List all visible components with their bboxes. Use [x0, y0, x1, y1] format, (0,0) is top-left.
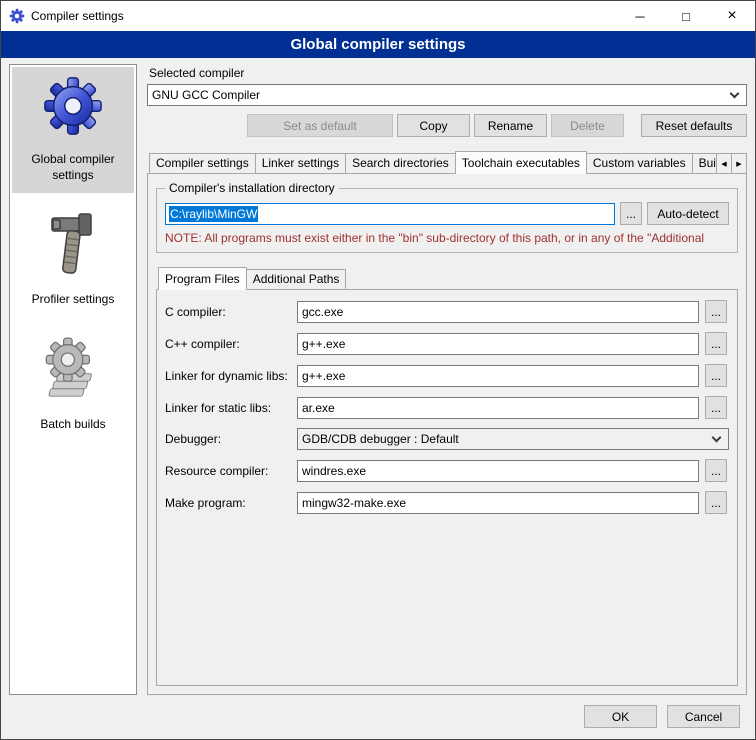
debugger-label: Debugger:	[165, 432, 291, 446]
minimize-button[interactable]: ─	[617, 1, 663, 31]
c-compiler-browse-button[interactable]: ...	[705, 300, 727, 323]
sidebar-item-profiler-settings[interactable]: Profiler settings	[12, 203, 134, 318]
toolchain-fields: C compiler: ... C++ compiler: ... Linker…	[165, 300, 729, 514]
resource-compiler-label: Resource compiler:	[165, 464, 291, 478]
dialog-header-title: Global compiler settings	[1, 31, 755, 58]
set-as-default-button[interactable]: Set as default	[247, 114, 393, 137]
make-program-label: Make program:	[165, 496, 291, 510]
compiler-settings-window: Compiler settings ─ □ × Global compiler …	[0, 0, 756, 740]
install-dir-input[interactable]: C:\raylib\MinGW	[165, 203, 615, 225]
install-dir-browse-button[interactable]: ...	[620, 202, 642, 225]
install-dir-row: C:\raylib\MinGW ... Auto-detect	[165, 202, 729, 225]
cancel-button[interactable]: Cancel	[667, 705, 740, 728]
sidebar-item-label: Profiler settings	[32, 292, 115, 308]
c-compiler-label: C compiler:	[165, 305, 291, 319]
auto-detect-button[interactable]: Auto-detect	[647, 202, 729, 225]
install-dir-group-title: Compiler's installation directory	[165, 181, 339, 195]
maximize-button[interactable]: □	[663, 1, 709, 31]
ok-button[interactable]: OK	[584, 705, 657, 728]
tab-build-options[interactable]: Build options	[692, 153, 718, 173]
cpp-compiler-input[interactable]	[297, 333, 699, 355]
compiler-actions: Set as default Copy Rename Delete Reset …	[147, 114, 747, 137]
app-gear-icon	[9, 8, 25, 24]
linker-static-input[interactable]	[297, 397, 699, 419]
window-title: Compiler settings	[31, 9, 124, 23]
c-compiler-input[interactable]	[297, 301, 699, 323]
titlebar: Compiler settings ─ □ ×	[1, 1, 755, 31]
chevron-down-icon	[730, 89, 740, 99]
gray-gear-stack-icon	[43, 336, 103, 405]
tab-additional-paths[interactable]: Additional Paths	[246, 269, 347, 289]
tab-linker-settings[interactable]: Linker settings	[255, 153, 346, 173]
install-dir-groupbox: Compiler's installation directory C:\ray…	[156, 188, 738, 253]
linker-dynamic-label: Linker for dynamic libs:	[165, 369, 291, 383]
blue-gear-icon	[42, 75, 104, 140]
compiler-select[interactable]: GNU GCC Compiler	[147, 84, 747, 106]
tab-compiler-settings[interactable]: Compiler settings	[149, 153, 256, 173]
linker-dynamic-input[interactable]	[297, 365, 699, 387]
tab-search-directories[interactable]: Search directories	[345, 153, 456, 173]
close-button[interactable]: ×	[709, 1, 755, 31]
main-panel: Selected compiler GNU GCC Compiler Set a…	[147, 64, 747, 695]
selected-compiler-label: Selected compiler	[149, 66, 747, 80]
settings-category-sidebar: Global compiler settings	[9, 64, 137, 695]
tab-scroll-left-button[interactable]: ◀	[716, 153, 732, 173]
tab-program-files[interactable]: Program Files	[158, 267, 247, 290]
dialog-body: Global compiler settings	[1, 58, 755, 699]
tab-scroll-buttons: ◀ ▶	[717, 153, 747, 173]
cpp-compiler-label: C++ compiler:	[165, 337, 291, 351]
tab-scroll-right-button[interactable]: ▶	[731, 153, 747, 173]
make-program-browse-button[interactable]: ...	[705, 491, 727, 514]
copy-button[interactable]: Copy	[397, 114, 470, 137]
reset-defaults-button[interactable]: Reset defaults	[641, 114, 747, 137]
compiler-select-value: GNU GCC Compiler	[152, 88, 727, 102]
cpp-compiler-browse-button[interactable]: ...	[705, 332, 727, 355]
resource-compiler-browse-button[interactable]: ...	[705, 459, 727, 482]
rename-button[interactable]: Rename	[474, 114, 547, 137]
sidebar-item-batch-builds[interactable]: Batch builds	[12, 328, 134, 443]
linker-static-label: Linker for static libs:	[165, 401, 291, 415]
settings-tabstrip: Compiler settings Linker settings Search…	[147, 151, 747, 173]
debugger-select-value: GDB/CDB debugger : Default	[302, 432, 709, 446]
delete-button[interactable]: Delete	[551, 114, 624, 137]
chevron-down-icon	[712, 433, 722, 443]
install-dir-selected-text: C:\raylib\MinGW	[169, 206, 258, 222]
dialog-footer: OK Cancel	[1, 699, 755, 739]
window-controls: ─ □ ×	[617, 1, 755, 31]
linker-static-browse-button[interactable]: ...	[705, 396, 727, 419]
resource-compiler-input[interactable]	[297, 460, 699, 482]
tab-toolchain-executables[interactable]: Toolchain executables	[455, 151, 587, 174]
debugger-select[interactable]: GDB/CDB debugger : Default	[297, 428, 729, 450]
program-files-tabstrip: Program Files Additional Paths	[156, 267, 738, 289]
sidebar-item-global-compiler-settings[interactable]: Global compiler settings	[12, 67, 134, 193]
sidebar-item-label: Batch builds	[40, 417, 105, 433]
toolchain-executables-panel: Compiler's installation directory C:\ray…	[147, 173, 747, 695]
make-program-input[interactable]	[297, 492, 699, 514]
sidebar-item-label: Global compiler settings	[14, 152, 132, 183]
install-dir-note: NOTE: All programs must exist either in …	[165, 231, 729, 245]
program-files-panel: C compiler: ... C++ compiler: ... Linker…	[156, 289, 738, 686]
tab-custom-variables[interactable]: Custom variables	[586, 153, 693, 173]
profiler-tool-icon	[46, 211, 100, 280]
linker-dynamic-browse-button[interactable]: ...	[705, 364, 727, 387]
